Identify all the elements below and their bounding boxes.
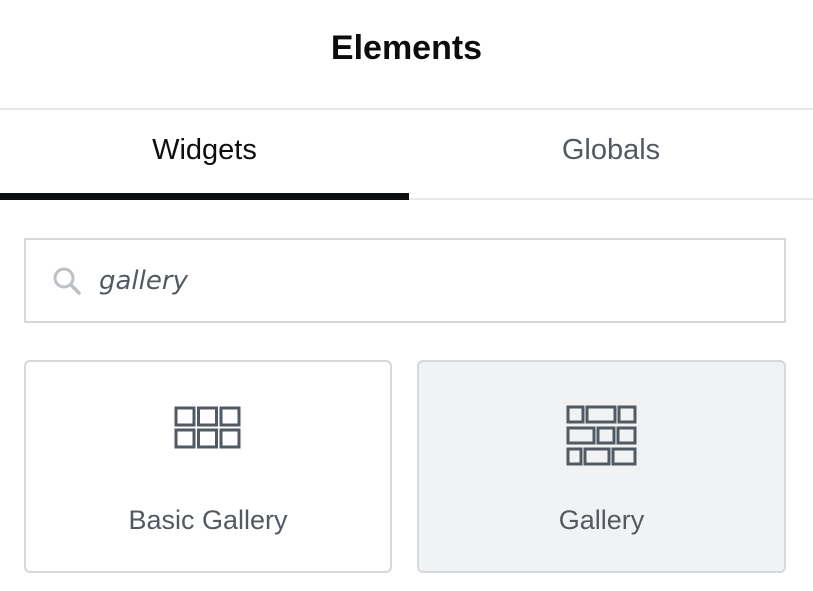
- widget-gallery[interactable]: Gallery: [417, 360, 786, 573]
- panel-header: Elements: [0, 0, 813, 110]
- tab-globals[interactable]: Globals: [409, 110, 813, 198]
- search-input[interactable]: [99, 265, 719, 296]
- tab-widgets[interactable]: Widgets: [0, 110, 409, 200]
- widget-gallery-label: Gallery: [558, 505, 645, 535]
- tab-widgets-label: Widgets: [152, 133, 257, 166]
- basic-gallery-icon: [26, 406, 390, 450]
- search-icon: [50, 264, 84, 298]
- gallery-icon: [419, 405, 784, 467]
- panel-tabs: Widgets Globals: [0, 110, 813, 200]
- widget-basic-gallery-label: Basic Gallery: [128, 505, 288, 535]
- widget-basic-gallery[interactable]: Basic Gallery: [24, 360, 392, 573]
- search-box: [24, 238, 786, 323]
- panel-title: Elements: [330, 28, 483, 67]
- tab-globals-label: Globals: [561, 133, 661, 166]
